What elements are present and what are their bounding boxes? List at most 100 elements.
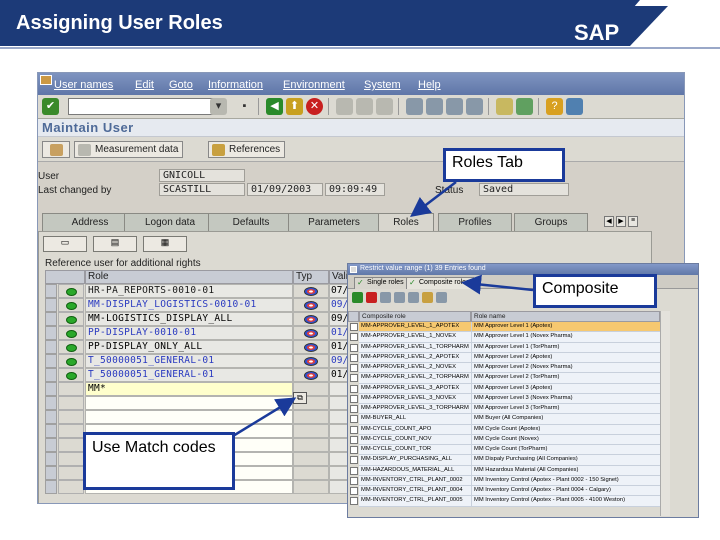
list-item[interactable]: MM-CYCLE_COUNT_NOV MM Cycle Count (Novex) [348,434,660,445]
role-name-cell[interactable]: MM Dispaly Purchasing (All Companies) [471,455,660,466]
measurement-data-button[interactable]: Measurement data [74,141,184,158]
row-checkbox[interactable] [350,415,358,424]
row-checkbox[interactable] [350,374,358,383]
composite-role-cell[interactable]: MM-APPROVER_LEVEL_1_NOVEX [359,332,471,343]
row-selector[interactable] [45,312,57,326]
find-icon[interactable] [408,292,419,303]
print-icon[interactable] [422,292,433,303]
role-name-cell[interactable]: MM Inventory Control (Apotex - Plant 000… [471,475,660,486]
composite-role-cell[interactable]: MM-APPROVER_LEVEL_2_APOTEX [359,352,471,363]
table-row[interactable]: T_50000051_GENERAL-01 01/ [45,368,355,382]
menu-edit[interactable]: Edit [135,79,154,91]
composite-role-cell[interactable]: MM-HAZARDOUS_MATERIAL_ALL [359,465,471,476]
role-name-cell[interactable]: MM Approver Level 3 (Apotex) [471,383,660,394]
list-item[interactable]: MM-APPROVER_LEVEL_3_APOTEX MM Approver Le… [348,383,660,394]
exit-icon[interactable]: ⬆ [286,98,303,115]
row-checkbox[interactable] [350,384,358,393]
references-button[interactable]: References [208,141,286,158]
row-checkbox[interactable] [350,364,358,372]
role-name-cell[interactable]: MM Approver Level 2 (Apotex) [471,352,660,363]
row-checkbox[interactable] [350,446,358,454]
match-code-button[interactable]: ⧉ [293,392,307,404]
list-item[interactable]: MM-APPROVER_LEVEL_3_TORPHARM MM Approver … [348,404,660,415]
window-menu-icon[interactable] [40,75,52,85]
find-icon[interactable] [356,98,373,115]
role-cell[interactable] [85,410,293,424]
composite-role-cell[interactable]: MM-BUYER_ALL [359,414,471,425]
role-name-cell[interactable]: MM Inventory Control (Apotex - Plant 000… [471,496,660,507]
role-name-cell[interactable]: MM Inventory Control (Apotex - Plant 000… [471,486,660,497]
list-item[interactable]: MM-BUYER_ALL MM Buyer (All Companies) [348,414,660,425]
composite-role-cell[interactable]: MM-APPROVER_LEVEL_3_TORPHARM [359,404,471,415]
table-row-empty[interactable] [45,396,355,410]
row-selector[interactable] [45,354,57,368]
row-selector[interactable] [45,368,57,382]
role-input-field[interactable]: MM* [85,382,293,396]
role-cell[interactable]: MM-LOGISTICS_DISPLAY_ALL [85,312,293,326]
list-item[interactable]: MM-APPROVER_LEVEL_1_APOTEX MM Approver Le… [348,322,660,333]
list-item[interactable]: MM-INVENTORY_CTRL_PLANT_0005 MM Inventory… [348,496,660,507]
row-checkbox[interactable] [350,487,358,495]
role-name-cell[interactable]: MM Buyer (All Companies) [471,414,660,425]
tab-profiles[interactable]: Profiles [438,213,512,231]
composite-role-cell[interactable]: MM-APPROVER_LEVEL_1_TORPHARM [359,342,471,353]
menu-help[interactable]: Help [418,79,441,91]
row-selector[interactable] [45,340,57,354]
role-name-cell[interactable]: MM Approver Level 3 (Novex Pharma) [471,393,660,404]
find-next-icon[interactable] [376,98,393,115]
cancel-icon[interactable]: ✕ [306,98,323,115]
role-name-cell[interactable]: MM Approver Level 1 (TorPharm) [471,342,660,353]
list-item[interactable]: MM-APPROVER_LEVEL_1_NOVEX MM Approver Lev… [348,332,660,343]
tab-scroll-left-icon[interactable]: ◀ [604,216,614,227]
role-cell[interactable]: T_50000051_GENERAL-01 [85,368,293,382]
row-checkbox[interactable] [350,476,358,485]
menu-information[interactable]: Information [208,79,263,91]
menu-user-names[interactable]: User names [54,79,113,91]
composite-role-cell[interactable]: MM-APPROVER_LEVEL_2_TORPHARM [359,373,471,384]
create-session-icon[interactable] [496,98,513,115]
list-item[interactable]: MM-INVENTORY_CTRL_PLANT_0002 MM Inventory… [348,475,660,486]
composite-role-cell[interactable]: MM-INVENTORY_CTRL_PLANT_0004 [359,486,471,497]
row-selector[interactable] [45,424,57,438]
table-row-empty[interactable] [45,410,355,424]
print-icon[interactable] [336,98,353,115]
tab-composite-roles[interactable]: ✓ Composite roles [406,277,474,289]
composite-role-cell[interactable]: MM-CYCLE_COUNT_NOV [359,434,471,445]
columns-icon[interactable] [436,292,447,303]
command-dropdown-icon[interactable]: ▾ [210,98,227,115]
table-row-input[interactable]: MM* [45,382,355,396]
popup-scrollbar[interactable] [660,311,670,516]
menu-environment[interactable]: Environment [283,79,345,91]
list-item[interactable]: MM-CYCLE_COUNT_TOR MM Cycle Count (TorPha… [348,445,660,456]
role-cell[interactable]: T_50000051_GENERAL-01 [85,354,293,368]
composite-role-cell[interactable]: MM-APPROVER_LEVEL_2_NOVEX [359,363,471,374]
list-item[interactable]: MM-APPROVER_LEVEL_1_TORPHARM MM Approver … [348,342,660,353]
list-item[interactable]: MM-HAZARDOUS_MATERIAL_ALL MM Hazardous Ma… [348,465,660,476]
composite-role-cell[interactable]: MM-DISPLAY_PURCHASING_ALL [359,455,471,466]
role-name-cell[interactable]: MM Cycle Count (Novex) [471,434,660,445]
role-cell[interactable]: PP-DISPLAY_ONLY_ALL [85,340,293,354]
row-checkbox[interactable] [350,343,358,352]
next-page-icon[interactable] [446,98,463,115]
row-selector[interactable] [45,298,57,312]
first-page-icon[interactable] [406,98,423,115]
tab-parameters[interactable]: Parameters [288,213,380,231]
composite-role-cell[interactable]: MM-INVENTORY_CTRL_PLANT_0005 [359,496,471,507]
list-item[interactable]: MM-APPROVER_LEVEL_3_NOVEX MM Approver Lev… [348,393,660,404]
row-checkbox[interactable] [350,394,358,403]
row-selector[interactable] [45,452,57,466]
row-selector[interactable] [45,396,57,410]
composite-role-cell[interactable]: MM-CYCLE_COUNT_TOR [359,445,471,456]
command-field[interactable] [68,98,224,115]
list-item[interactable]: MM-INVENTORY_CTRL_PLANT_0004 MM Inventory… [348,486,660,497]
composite-role-cell[interactable]: MM-CYCLE_COUNT_APO [359,424,471,435]
table-row[interactable]: T_50000051_GENERAL-01 09/ [45,354,355,368]
row-checkbox[interactable] [350,497,358,506]
role-cell[interactable]: HR-PA_REPORTS-0010-01 [85,284,293,298]
composite-role-cell[interactable]: MM-APPROVER_LEVEL_1_APOTEX [359,322,471,333]
filter-icon[interactable] [394,292,405,303]
role-name-cell[interactable]: MM Approver Level 2 (TorPharm) [471,373,660,384]
tab-single-roles[interactable]: ✓ Single roles [354,277,408,289]
row-checkbox[interactable] [350,353,358,362]
role-name-cell[interactable]: MM Approver Level 1 (Novex Pharma) [471,332,660,343]
